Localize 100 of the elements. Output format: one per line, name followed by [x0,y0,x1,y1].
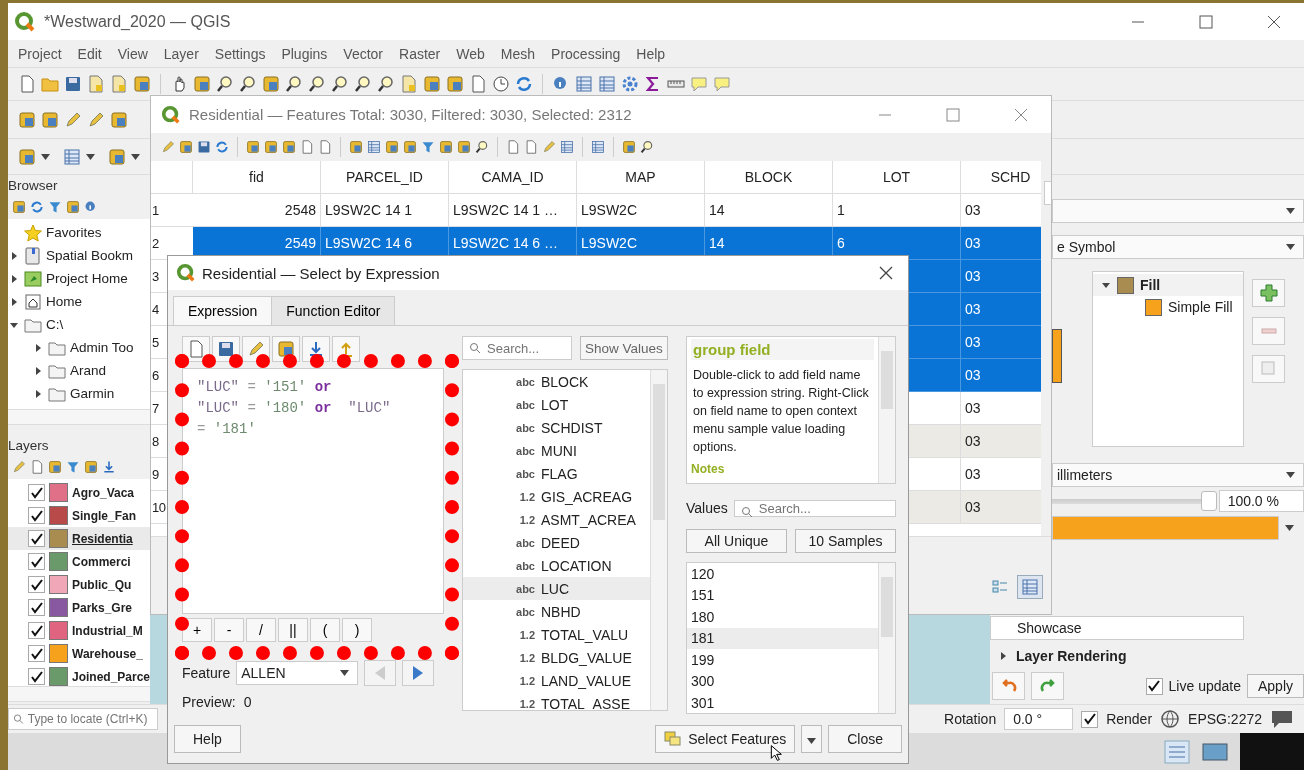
caret-icon[interactable] [131,153,140,160]
field-item[interactable]: 1.2 BLDG_VALUE [463,646,650,669]
apply-button[interactable]: Apply [1246,674,1304,698]
column-header[interactable]: BLOCK [705,161,833,194]
values-button[interactable]: 10 Samples [795,529,896,553]
layer-row[interactable]: Agro_Vaca [8,481,150,504]
symbol-layer-label[interactable]: Fill [1140,277,1161,293]
opacity-spinbox[interactable]: 100.0 % [1218,490,1304,512]
undo-button[interactable] [992,672,1025,700]
menu-item[interactable]: Plugins [273,45,336,62]
field-item[interactable]: abc NBHD [463,600,650,623]
checkbox[interactable] [28,668,45,685]
values-button[interactable]: All Unique [686,529,787,553]
column-header[interactable]: LOT [833,161,961,194]
layer-row[interactable]: Public_Qu [8,573,150,596]
save-icon[interactable] [197,140,211,154]
vertical-scrollbar[interactable] [878,337,895,483]
close-icon[interactable] [878,265,894,281]
zoom-selection-icon[interactable] [475,140,489,154]
field-item[interactable]: abc BLOCK [463,370,650,393]
field-item[interactable]: abc DEED [463,531,650,554]
close-button[interactable]: Close [828,725,902,753]
import-icon[interactable] [307,340,325,358]
checkbox[interactable] [28,530,45,547]
expand-arrow-icon[interactable] [998,651,1008,661]
tree-item[interactable]: Project Home [46,271,128,286]
unit-dropdown[interactable]: illimeters [1052,463,1304,487]
column-header[interactable]: fid [193,161,321,194]
feature-dropdown[interactable]: ALLEN [236,661,359,685]
operator-button[interactable]: || [278,618,308,642]
tree-item[interactable]: Spatial Bookm [46,248,134,263]
value-item[interactable]: 181 [687,627,878,649]
table-icon[interactable] [63,147,81,166]
tree-item[interactable]: Arand [70,363,107,378]
renderer-dropdown[interactable]: e Symbol [1052,235,1304,259]
menu-item[interactable]: Processing [543,45,629,62]
new-file-icon[interactable] [18,75,36,93]
show-values-button[interactable]: Show Values [580,336,668,360]
operator-button[interactable]: / [246,618,276,642]
image-icon[interactable] [1202,740,1228,763]
vertical-scrollbar[interactable] [878,563,895,713]
search-field[interactable]: Search... [462,336,572,360]
layer-row[interactable]: Single_Fan [8,504,150,527]
checkbox[interactable] [28,484,45,501]
column-header[interactable]: PARCEL_ID [321,161,449,194]
dropdown-button[interactable] [801,725,823,753]
style-brush-icon[interactable] [12,460,26,474]
caret-icon[interactable] [41,153,50,160]
menu-item[interactable]: View [109,45,156,62]
filter-icon[interactable] [66,460,80,474]
refresh-icon[interactable] [30,200,44,214]
field-item[interactable]: abc LUC [463,577,650,600]
tree-item[interactable]: Garmin [70,386,115,401]
layer-row[interactable]: Warehouse_ [8,642,150,665]
field-item[interactable]: 1.2 LAND_VALUE [463,669,650,692]
tree-item[interactable]: C:\ [46,317,64,332]
refresh-icon[interactable] [515,75,533,93]
menu-item[interactable]: Raster [391,45,449,62]
close-icon[interactable] [1266,13,1282,30]
menu-item[interactable]: Mesh [492,45,544,62]
collapse-arrow-icon[interactable] [1101,280,1111,290]
value-item[interactable]: 300 [687,670,878,692]
checkbox[interactable] [28,599,45,616]
paste-icon[interactable] [318,140,332,154]
expand-arrow-icon[interactable] [9,250,19,261]
horizontal-scrollbar[interactable] [8,686,150,702]
info-icon[interactable] [84,200,98,214]
speech-bubble-icon[interactable] [1270,708,1294,730]
layer-row[interactable]: Joined_Parce [8,665,150,686]
value-item[interactable]: 301 [687,692,878,713]
pencil-icon[interactable] [161,140,175,154]
checkbox[interactable] [28,576,45,593]
value-item[interactable]: 120 [687,563,878,585]
horizontal-scrollbar[interactable] [8,409,150,425]
operator-button[interactable]: - [214,618,244,642]
operator-button[interactable]: ) [342,618,372,642]
refresh-icon[interactable] [215,140,229,154]
maximize-icon[interactable] [1198,13,1214,30]
caret-icon[interactable] [1285,525,1294,531]
vertical-scrollbar[interactable] [650,370,667,710]
value-item[interactable]: 151 [687,584,878,606]
operator-button[interactable]: ( [310,618,340,642]
caret-icon[interactable] [86,153,95,160]
next-button[interactable] [402,660,435,686]
field-item[interactable]: abc MUNI [463,439,650,462]
select-all-icon[interactable] [367,140,381,154]
save-icon[interactable] [64,75,82,93]
field-item[interactable]: 1.2 ASMT_ACREA [463,508,650,531]
expand-arrow-icon[interactable] [9,273,19,284]
filter-icon[interactable] [48,200,62,214]
menu-item[interactable]: Settings [206,45,274,62]
table-icon[interactable] [560,140,574,154]
layer-row[interactable]: Commerci [8,550,150,573]
expand-icon[interactable] [102,460,116,474]
column-header[interactable]: MAP [577,161,705,194]
layer-row[interactable]: Residentia [8,527,150,550]
text-annotation-icon[interactable] [713,75,731,93]
expand-arrow-icon[interactable] [33,388,43,399]
filter-icon[interactable] [421,140,435,154]
field-item[interactable]: 1.2 TOTAL_VALU [463,623,650,646]
